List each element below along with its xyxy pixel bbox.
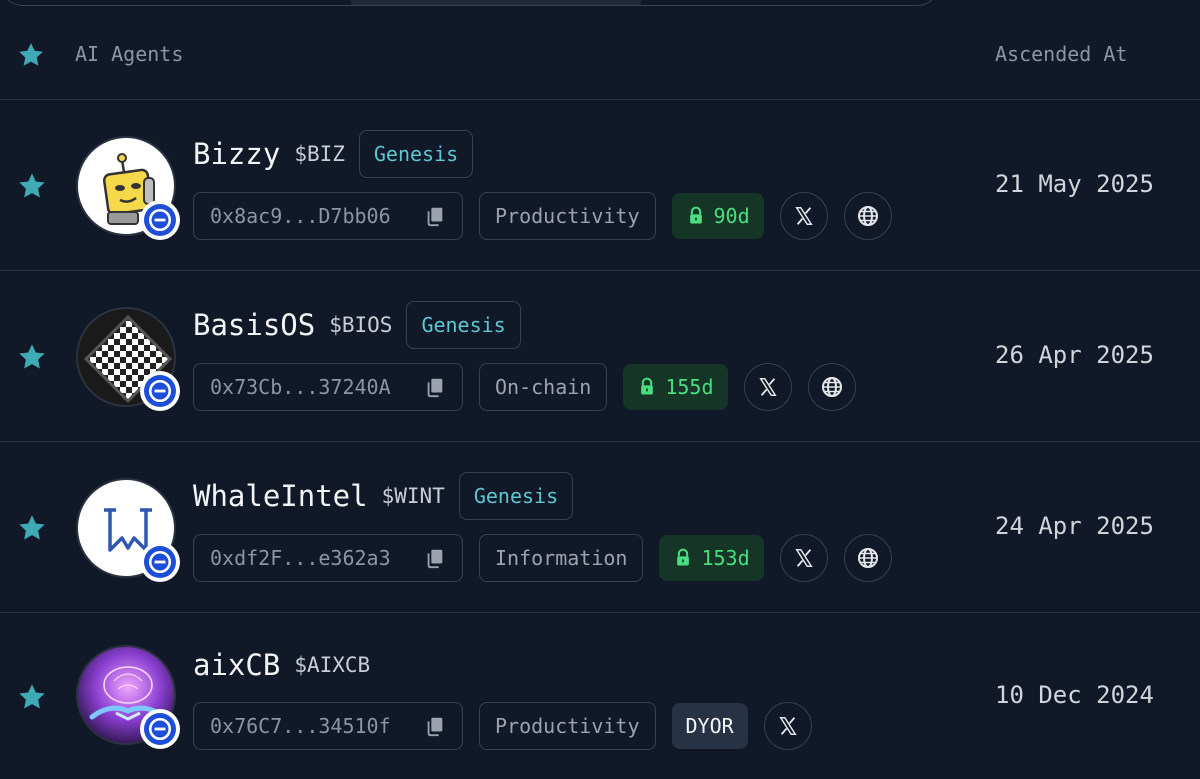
favorite-star-icon[interactable]: [16, 341, 48, 373]
globe-icon: [856, 204, 880, 228]
agent-ticker: $BIZ: [294, 142, 345, 166]
agent-name[interactable]: BasisOS: [193, 308, 315, 342]
lock-duration-text: 90d: [713, 204, 750, 228]
agent-name[interactable]: WhaleIntel: [193, 479, 368, 513]
website-link-button[interactable]: [807, 363, 856, 411]
agent-row[interactable]: BasisOS $BIOS Genesis 0x73Cb...37240A On…: [0, 271, 1200, 442]
ascended-at-date: 26 Apr 2025: [995, 341, 1154, 369]
agent-row[interactable]: Bizzy $BIZ Genesis 0x8ac9...D7bb06 Produ…: [0, 100, 1200, 271]
verified-badge-icon: [140, 371, 180, 411]
agent-ticker: $AIXCB: [294, 653, 371, 677]
lock-duration-text: 155d: [665, 375, 714, 399]
contract-address-text: 0x8ac9...D7bb06: [210, 204, 391, 228]
lock-icon: [673, 548, 693, 568]
x-link-button[interactable]: [763, 702, 812, 750]
favorite-star-icon[interactable]: [16, 681, 48, 713]
verified-badge-icon: [140, 542, 180, 582]
contract-address-text: 0x76C7...34510f: [210, 714, 391, 738]
genesis-tag: Genesis: [458, 472, 574, 520]
verified-badge-icon: [140, 200, 180, 240]
copy-icon[interactable]: [424, 205, 446, 227]
genesis-tag: Genesis: [406, 301, 521, 349]
agent-row[interactable]: WhaleIntel $WINT Genesis 0xdf2F...e362a3…: [0, 442, 1200, 613]
contract-address[interactable]: 0x73Cb...37240A: [193, 363, 463, 411]
x-link-button[interactable]: [779, 192, 828, 240]
ascended-at-date: 21 May 2025: [995, 170, 1154, 198]
ascended-at-date: 24 Apr 2025: [995, 512, 1154, 540]
website-link-button[interactable]: [843, 534, 892, 582]
ascended-at-date: 10 Dec 2024: [995, 681, 1154, 709]
x-icon: [777, 715, 799, 737]
category-tag: Productivity: [479, 192, 656, 240]
contract-address-text: 0x73Cb...37240A: [210, 375, 391, 399]
website-link-button[interactable]: [843, 192, 892, 240]
agent-name[interactable]: aixCB: [193, 648, 280, 682]
verified-badge-icon: [140, 709, 180, 749]
x-link-button[interactable]: [743, 363, 792, 411]
x-icon: [793, 205, 815, 227]
dyor-badge: DYOR: [671, 703, 748, 749]
table-header: AI Agents Ascended At: [0, 0, 1200, 100]
copy-icon[interactable]: [424, 715, 446, 737]
agent-name[interactable]: Bizzy: [193, 137, 280, 171]
copy-icon[interactable]: [424, 547, 446, 569]
agent-ticker: $BIOS: [329, 313, 393, 337]
contract-address-text: 0xdf2F...e362a3: [210, 546, 391, 570]
contract-address[interactable]: 0xdf2F...e362a3: [193, 534, 463, 582]
genesis-tag: Genesis: [358, 130, 474, 178]
lock-icon: [637, 377, 657, 397]
lock-duration-text: 153d: [701, 546, 750, 570]
x-icon: [793, 547, 815, 569]
agent-ticker: $WINT: [381, 484, 445, 508]
x-icon: [757, 376, 779, 398]
category-tag: Productivity: [479, 702, 656, 750]
category-tag: On-chain: [479, 363, 608, 411]
lock-duration-badge: 90d: [671, 193, 764, 239]
favorites-star-icon[interactable]: [16, 40, 46, 70]
favorite-star-icon[interactable]: [16, 512, 48, 544]
column-header-ascended-at[interactable]: Ascended At: [995, 42, 1127, 66]
contract-address[interactable]: 0x8ac9...D7bb06: [193, 192, 463, 240]
x-link-button[interactable]: [779, 534, 828, 582]
lock-duration-badge: 153d: [659, 535, 764, 581]
column-header-ai-agents[interactable]: AI Agents: [75, 42, 183, 66]
lock-duration-badge: 155d: [623, 364, 728, 410]
globe-icon: [820, 375, 844, 399]
copy-icon[interactable]: [424, 376, 446, 398]
favorite-star-icon[interactable]: [16, 170, 48, 202]
category-tag: Information: [479, 534, 644, 582]
globe-icon: [856, 546, 880, 570]
lock-icon: [686, 206, 706, 226]
contract-address[interactable]: 0x76C7...34510f: [193, 702, 463, 750]
agent-row[interactable]: aixCB $AIXCB 0x76C7...34510f Productivit…: [0, 613, 1200, 779]
